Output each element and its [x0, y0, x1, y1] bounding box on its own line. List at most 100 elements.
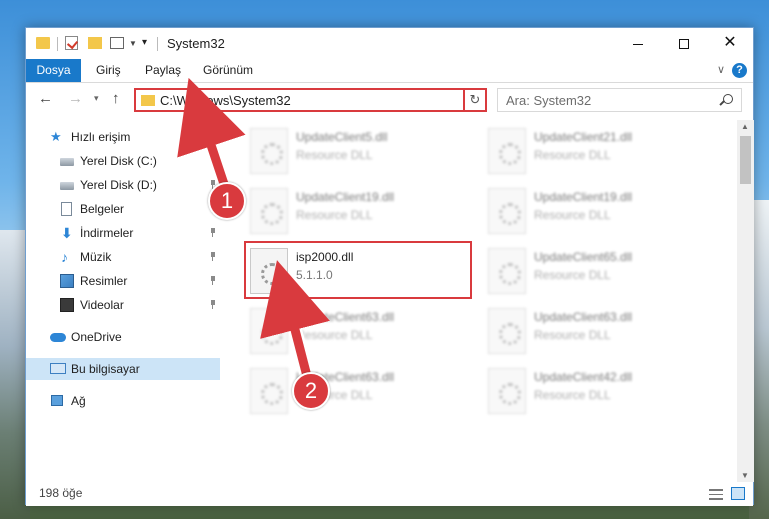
navigation-pane: ★ Hızlı erişim Yerel Disk (C:) Yerel Dis… [26, 120, 220, 482]
sidebar-item-network[interactable]: Ağ [26, 390, 220, 412]
list-item[interactable]: UpdateClient63.dll Resource DLL [244, 364, 472, 420]
file-description: Resource DLL [534, 148, 611, 162]
drive-icon [60, 158, 74, 166]
sidebar-item-pictures[interactable]: Resimler [26, 270, 220, 292]
tab-view[interactable]: Görünüm [191, 59, 265, 82]
dll-file-icon [250, 368, 288, 414]
file-name: UpdateClient42.dll [534, 370, 633, 384]
window-title: System32 [167, 36, 225, 51]
properties-check-icon[interactable] [65, 36, 78, 50]
sidebar-item-music[interactable]: ♪ Müzik [26, 246, 220, 268]
folder-icon [141, 95, 155, 106]
sidebar-item-label: Yerel Disk (D:) [80, 178, 157, 192]
search-icon[interactable] [723, 94, 733, 104]
rename-icon[interactable] [110, 37, 124, 49]
chevron-down-icon[interactable]: ▼ [129, 39, 137, 48]
dll-file-icon [250, 188, 288, 234]
file-name: UpdateClient65.dll [534, 250, 633, 264]
sidebar-item-this-pc[interactable]: Bu bilgisayar [26, 358, 220, 380]
tab-home[interactable]: Giriş [84, 59, 133, 82]
list-item[interactable]: UpdateClient19.dll Resource DLL [482, 184, 710, 240]
search-input[interactable]: Ara: System32 [506, 93, 591, 108]
dll-file-icon [488, 188, 526, 234]
scroll-up-icon[interactable]: ▲ [741, 122, 749, 131]
forward-arrow-icon[interactable]: → [68, 90, 83, 107]
list-item[interactable]: UpdateClient21.dll Resource DLL [482, 124, 710, 180]
target-file-highlight [244, 241, 472, 299]
pin-icon [209, 228, 217, 237]
title-bar: ▼ ▾ System32 ✕ [26, 28, 753, 59]
list-item[interactable]: UpdateClient19.dll Resource DLL [244, 184, 472, 240]
file-name: UpdateClient5.dll [296, 130, 388, 144]
dll-file-icon [488, 308, 526, 354]
file-description: Resource DLL [534, 208, 611, 222]
drive-icon [60, 182, 74, 190]
sidebar-item-documents[interactable]: Belgeler [26, 198, 220, 220]
list-item[interactable]: UpdateClient42.dll Resource DLL [482, 364, 710, 420]
music-icon: ♪ [61, 249, 68, 265]
sidebar-item-label: Bu bilgisayar [71, 362, 140, 376]
document-icon [61, 202, 72, 216]
large-icons-view-icon[interactable] [731, 487, 745, 500]
minimize-button[interactable] [615, 28, 661, 58]
sidebar-item-label: Müzik [80, 250, 112, 264]
up-arrow-icon[interactable]: ↑ [112, 90, 120, 107]
file-description: Resource DLL [296, 208, 373, 222]
dll-file-icon [250, 128, 288, 174]
sidebar-item-label: Ağ [71, 394, 86, 408]
vertical-scrollbar[interactable]: ▲ ▼ [737, 120, 754, 482]
customize-toolbar-icon[interactable]: ▾ [142, 37, 147, 48]
pin-icon [209, 300, 217, 309]
sidebar-item-local-disk-d[interactable]: Yerel Disk (D:) [26, 174, 220, 196]
pin-icon [209, 156, 217, 165]
pictures-icon [60, 274, 74, 288]
scroll-down-icon[interactable]: ▼ [741, 471, 749, 480]
sidebar-item-videos[interactable]: Videolar [26, 294, 220, 316]
videos-icon [60, 298, 74, 312]
help-icon[interactable]: ? [732, 63, 747, 78]
minimize-icon [633, 43, 643, 45]
star-icon: ★ [50, 129, 62, 144]
refresh-button[interactable]: ↻ [463, 88, 487, 112]
cloud-icon [50, 333, 66, 342]
close-button[interactable]: ✕ [707, 28, 753, 58]
dll-file-icon [488, 248, 526, 294]
dll-file-icon [250, 308, 288, 354]
dll-file-icon [488, 368, 526, 414]
status-bar: 198 öğe [26, 482, 753, 506]
sidebar-item-label: OneDrive [71, 330, 122, 344]
download-icon: ⬇ [61, 225, 73, 241]
file-description: Resource DLL [534, 268, 611, 282]
sidebar-item-local-disk-c[interactable]: Yerel Disk (C:) [26, 150, 220, 172]
list-item[interactable]: UpdateClient65.dll Resource DLL [482, 244, 710, 300]
scroll-thumb[interactable] [740, 136, 751, 184]
tab-share[interactable]: Paylaş [133, 59, 193, 82]
expand-ribbon-icon[interactable]: ∨ [717, 63, 725, 76]
tab-file[interactable]: Dosya [26, 59, 81, 82]
list-item[interactable]: UpdateClient63.dll Resource DLL [482, 304, 710, 360]
file-description: Resource DLL [296, 328, 373, 342]
network-icon [51, 395, 63, 406]
recent-locations-icon[interactable]: ▾ [94, 93, 99, 104]
list-item[interactable]: UpdateClient63.dll Resource DLL [244, 304, 472, 360]
list-item[interactable]: UpdateClient5.dll Resource DLL [244, 124, 472, 180]
pin-icon [209, 276, 217, 285]
maximize-icon [679, 39, 689, 50]
sidebar-item-downloads[interactable]: ⬇ İndirmeler [26, 222, 220, 244]
computer-icon [50, 363, 66, 374]
sidebar-item-quick-access[interactable]: ★ Hızlı erişim [26, 126, 220, 148]
back-arrow-icon[interactable]: ← [38, 90, 53, 107]
address-path[interactable]: C:\Windows\System32 [160, 93, 291, 108]
file-description: Resource DLL [534, 328, 611, 342]
sidebar-item-label: İndirmeler [80, 226, 134, 240]
address-bar[interactable]: C:\Windows\System32 ∨ [134, 88, 486, 112]
maximize-button[interactable] [661, 28, 707, 58]
details-view-icon[interactable] [709, 489, 723, 500]
file-name: UpdateClient63.dll [534, 310, 633, 324]
toolbar-divider [57, 37, 58, 51]
sidebar-item-label: Hızlı erişim [71, 130, 131, 144]
navigation-bar: ← → ▾ ↑ C:\Windows\System32 ∨ ↻ Ara: Sys… [26, 84, 753, 115]
sidebar-item-onedrive[interactable]: OneDrive [26, 326, 220, 348]
new-folder-icon[interactable] [88, 37, 102, 49]
search-box[interactable]: Ara: System32 [497, 88, 742, 112]
